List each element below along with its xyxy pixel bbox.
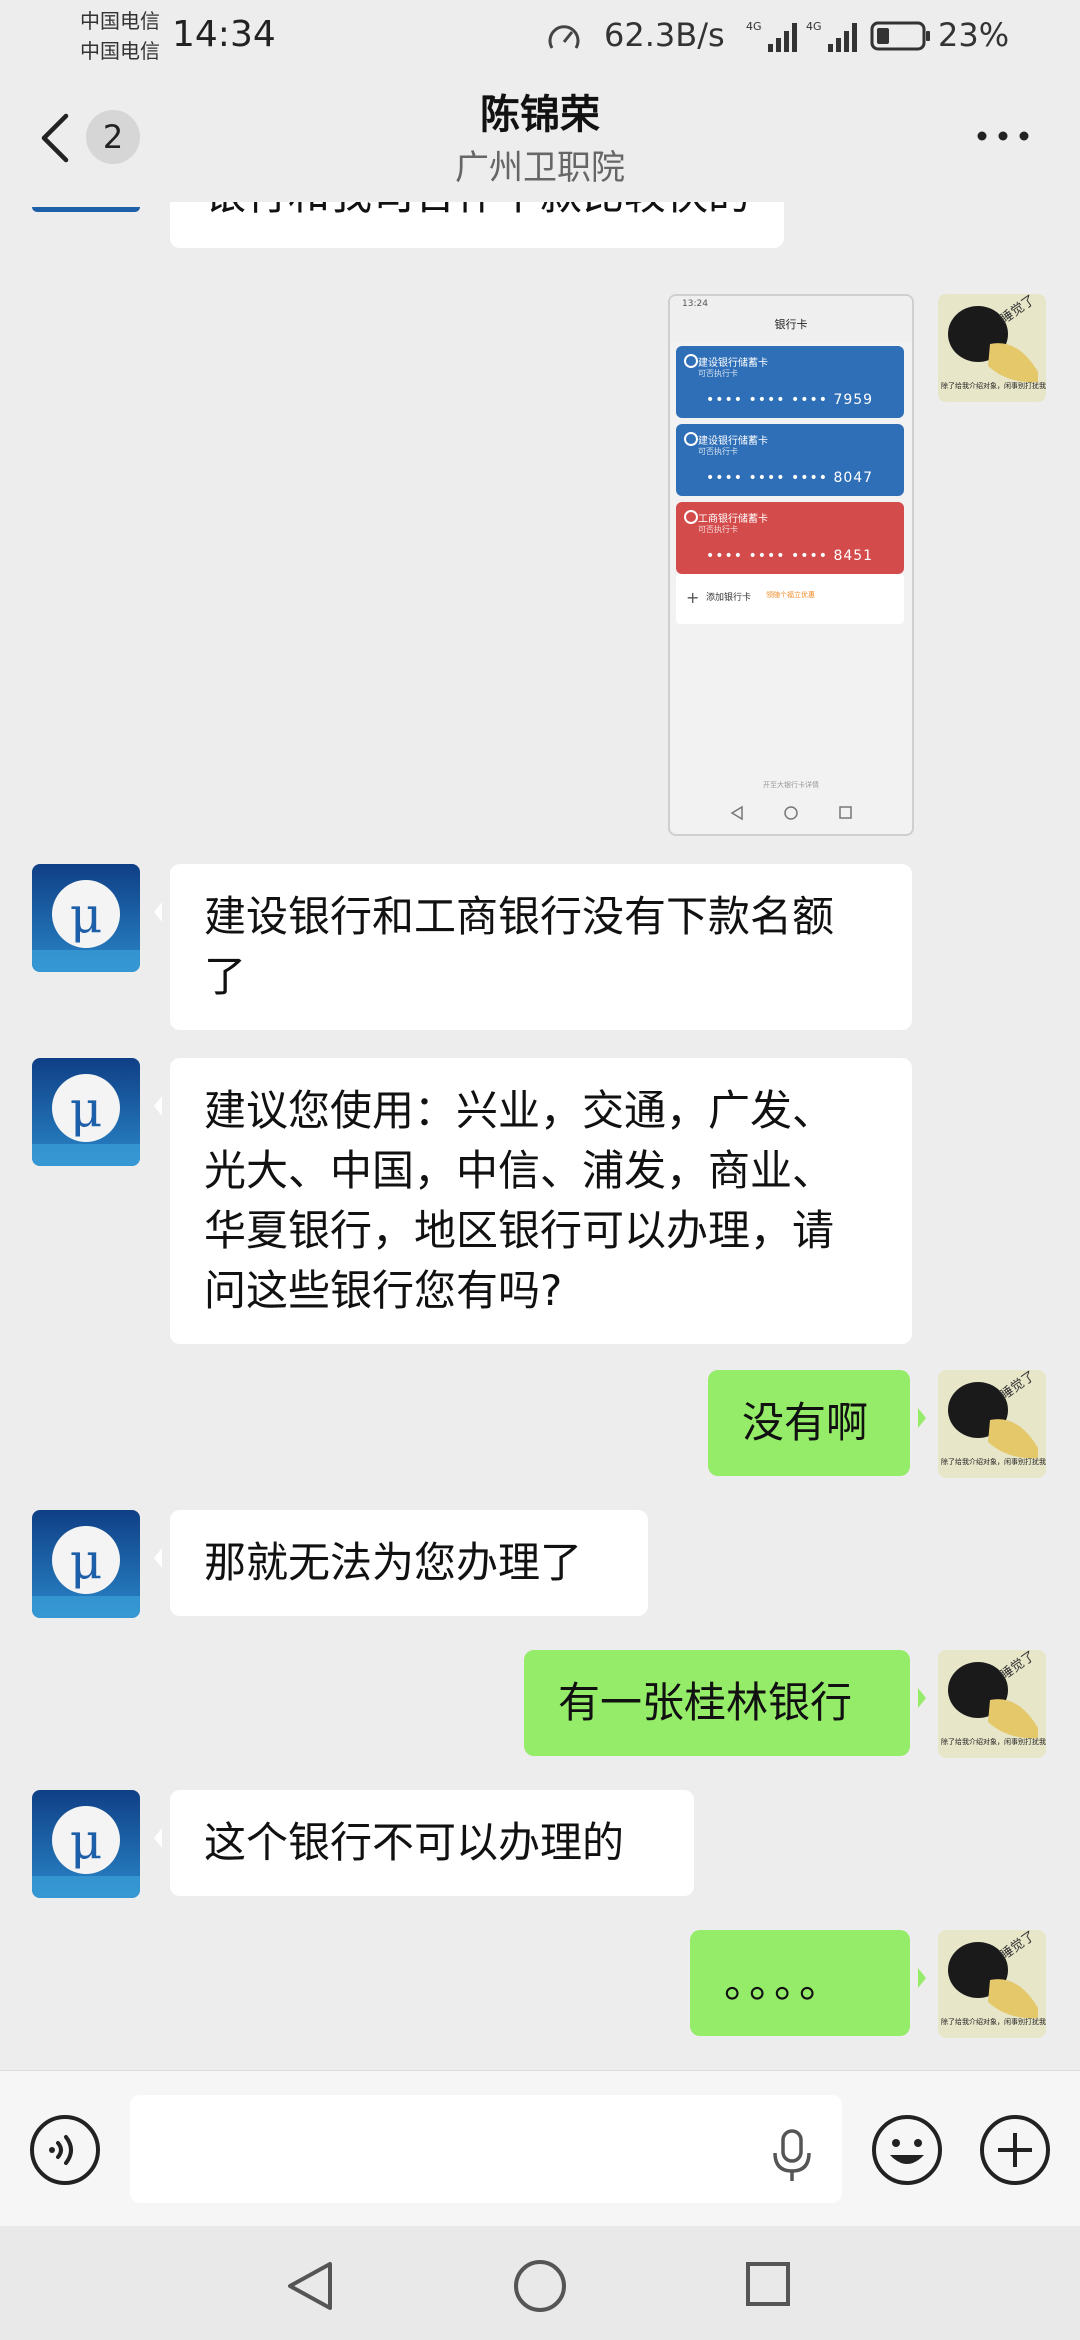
signal-label: 4G xyxy=(746,20,762,33)
self-avatar[interactable]: 睡觉了 除了给我介绍对象，闲事别打扰我！ xyxy=(938,1930,1046,2038)
carrier-2: 中国电信 xyxy=(80,39,160,63)
avatar-caption: 除了给我介绍对象，闲事别打扰我！ xyxy=(941,1737,1046,1746)
svg-text:μ: μ xyxy=(70,886,103,944)
message-bubble-outgoing[interactable]: 。。。。 xyxy=(690,1930,926,2036)
bank-card: 建设银行储蓄卡 可否执行卡 •••• •••• •••• 7959 xyxy=(676,346,904,418)
contact-avatar[interactable]: μ xyxy=(32,1790,140,1898)
clock: 14:34 xyxy=(172,14,276,55)
message-bubble-incoming[interactable]: 这个银行不可以办理的 xyxy=(154,1790,694,1896)
plus-icon[interactable] xyxy=(978,2113,1052,2187)
screenshot-nav-icons xyxy=(730,805,852,821)
contact-avatar[interactable] xyxy=(32,202,140,212)
screenshot-header: 13:24 银行卡 xyxy=(670,296,912,342)
voice-icon[interactable] xyxy=(28,2113,102,2187)
self-avatar[interactable]: 睡觉了 除了给我介绍对象，闲事别打扰我！ xyxy=(938,1650,1046,1758)
bank-card-number: •••• •••• •••• 8047 xyxy=(706,470,874,486)
bank-card-sub: 可否执行卡 xyxy=(698,525,738,534)
avatar-caption: 除了给我介绍对象，闲事别打扰我！ xyxy=(941,1457,1046,1466)
bank-card-name: 建设银行储蓄卡 xyxy=(698,436,768,447)
message-text: 建议您使用：兴业，交通，广发、 光大、中国，中信、浦发，商业、 华夏银行，地区银… xyxy=(204,1086,835,1315)
svg-text:μ: μ xyxy=(70,1532,103,1590)
message-bubble-incoming[interactable]: 银行和我司合作下款比较快的 xyxy=(170,202,785,248)
contact-avatar[interactable]: μ xyxy=(32,1510,140,1618)
bank-card: 工商银行储蓄卡 可否执行卡 •••• •••• •••• 8451 xyxy=(676,502,904,574)
emoji-icon[interactable] xyxy=(870,2113,944,2187)
message-text: 有一张桂林银行 xyxy=(558,1678,853,1727)
ellipsis-icon[interactable] xyxy=(976,126,1030,146)
microphone-icon[interactable] xyxy=(770,2127,814,2183)
bank-logo-icon xyxy=(684,354,698,368)
bank-logo-icon xyxy=(684,510,698,524)
self-avatar[interactable]: 睡觉了 除了给我介绍对象，闲事别打扰我！ xyxy=(938,294,1046,402)
screenshot-title: 银行卡 xyxy=(774,318,808,331)
battery-icon xyxy=(870,21,930,51)
network-speed: 62.3B/s xyxy=(604,16,725,54)
avatar-caption: 除了给我介绍对象，闲事别打扰我！ xyxy=(941,381,1046,390)
speed-meter-icon xyxy=(548,25,580,49)
bank-card-number: •••• •••• •••• 8451 xyxy=(706,548,874,564)
bank-card-sub: 可否执行卡 xyxy=(698,369,738,378)
message-bubble-incoming[interactable]: 那就无法为您办理了 xyxy=(154,1510,648,1616)
bank-card-name: 工商银行储蓄卡 xyxy=(698,514,768,525)
add-card-label: 添加银行卡 xyxy=(706,593,752,603)
svg-text:μ: μ xyxy=(70,1080,103,1138)
message-text: 那就无法为您办理了 xyxy=(204,1538,583,1587)
carrier-1: 中国电信 xyxy=(80,9,160,33)
bank-card: 建设银行储蓄卡 可否执行卡 •••• •••• •••• 8047 xyxy=(676,424,904,496)
bank-card-number: •••• •••• •••• 7959 xyxy=(706,392,874,408)
message-list[interactable]: 银行和我司合作下款比较快的 睡觉了 除了给我介绍对象，闲事别打扰我！ 13:24… xyxy=(0,202,1080,2070)
message-bubble-outgoing[interactable]: 有一张桂林银行 xyxy=(524,1650,926,1756)
message-text: 这个银行不可以办理的 xyxy=(204,1818,625,1867)
nav-home-icon[interactable] xyxy=(512,2258,568,2314)
chat-header: 2 陈锦荣 广州卫职院 xyxy=(0,70,1080,202)
add-bank-card-row: + 添加银行卡 领随个福立优惠 xyxy=(676,574,904,624)
chat-title: 陈锦荣 xyxy=(480,92,600,138)
message-input[interactable] xyxy=(130,2095,842,2203)
self-avatar[interactable]: 睡觉了 除了给我介绍对象，闲事别打扰我！ xyxy=(938,1370,1046,1478)
contact-avatar[interactable]: μ xyxy=(32,1058,140,1166)
screenshot-footer: 开至大银行卡详情 xyxy=(763,781,819,789)
svg-text:μ: μ xyxy=(70,1812,103,1870)
message-text: 银行和我司合作下款比较快的 xyxy=(204,202,750,219)
bank-card-name: 建设银行储蓄卡 xyxy=(698,358,768,369)
contact-avatar[interactable]: μ xyxy=(32,864,140,972)
signal-label: 4G xyxy=(806,20,822,33)
nav-recent-icon[interactable] xyxy=(744,2260,792,2308)
message-text: 。。。。 xyxy=(724,1958,846,2007)
message-bubble-outgoing[interactable]: 没有啊 xyxy=(708,1370,926,1476)
nav-back-icon[interactable] xyxy=(284,2258,336,2314)
battery-percent: 23% xyxy=(938,16,1010,54)
bank-logo-icon xyxy=(684,432,698,446)
bank-card-sub: 可否执行卡 xyxy=(698,447,738,456)
system-nav-bar xyxy=(0,2226,1080,2340)
screenshot-status-time: 13:24 xyxy=(682,299,708,309)
chat-subtitle: 广州卫职院 xyxy=(455,148,625,188)
input-bar xyxy=(0,2070,1080,2227)
message-text: 建设银行和工商银行没有下款名额 了 xyxy=(204,892,835,1001)
add-card-tag: 领随个福立优惠 xyxy=(766,591,815,599)
message-text: 没有啊 xyxy=(742,1398,869,1447)
signal-4g-icon: 4G xyxy=(806,20,857,52)
plus-icon: + xyxy=(686,588,700,607)
status-bar: 中国电信 中国电信 14:34 62.3B/s 4G 4G 23% xyxy=(0,0,1080,70)
shared-screenshot-image[interactable]: 13:24 银行卡 建设银行储蓄卡 可否执行卡 •••• •••• •••• 7… xyxy=(668,294,914,836)
message-bubble-incoming[interactable]: 建设银行和工商银行没有下款名额 了 xyxy=(154,864,912,1030)
message-bubble-incoming[interactable]: 建议您使用：兴业，交通，广发、 光大、中国，中信、浦发，商业、 华夏银行，地区银… xyxy=(154,1058,912,1344)
signal-4g-icon: 4G xyxy=(746,20,797,52)
avatar-caption: 除了给我介绍对象，闲事别打扰我！ xyxy=(941,2017,1046,2026)
